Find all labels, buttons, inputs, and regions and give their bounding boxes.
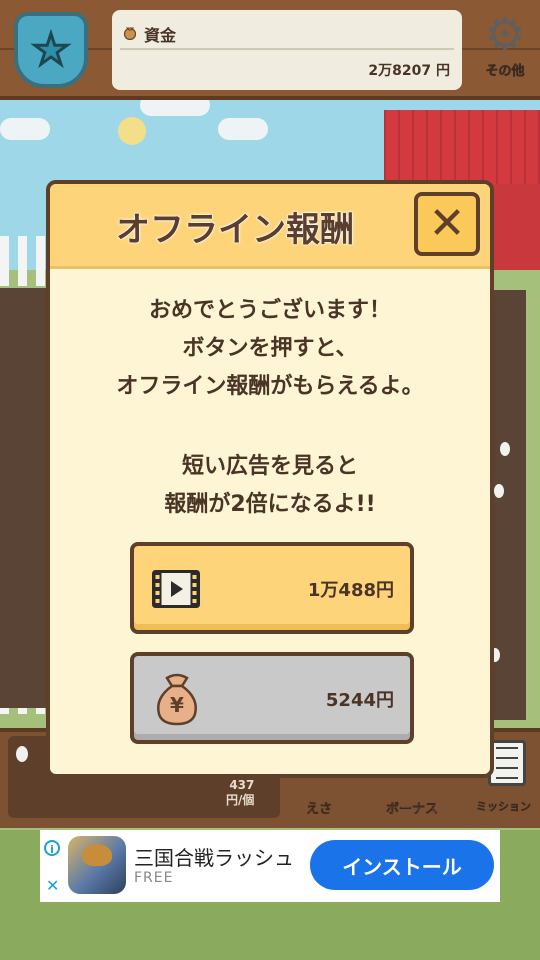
dialog-header: オフライン報酬 ✕ — [50, 184, 490, 269]
star-icon: ★ — [31, 25, 72, 74]
ad-banner[interactable]: i ✕ 三国合戦ラッシュ FREE インストール — [40, 830, 500, 902]
normal-reward-amount: 5244円 — [325, 690, 394, 711]
feed-button[interactable]: えさ — [306, 798, 333, 818]
dialog-title: オフライン報酬 — [116, 210, 355, 251]
install-button[interactable]: インストール — [310, 840, 494, 890]
cloud — [218, 118, 268, 140]
mission-button[interactable]: ミッション — [476, 798, 532, 814]
video-reward-amount: 1万488円 — [307, 580, 394, 601]
barn-roof — [384, 110, 540, 184]
watch-ad-reward-button[interactable]: 1万488円 — [130, 542, 414, 634]
ad-hint-line: 報酬が2倍になるよ!! — [164, 492, 376, 517]
message-line: オフライン報酬がもらえるよ。 — [116, 374, 424, 399]
normal-reward-button[interactable]: ¥ 5244円 — [130, 652, 414, 744]
egg-icon — [16, 746, 28, 762]
money-value: 2万8207 円 — [368, 63, 450, 79]
close-icon: ✕ — [428, 198, 466, 249]
egg-price-unit: 円/個 — [226, 793, 255, 807]
gear-icon: ⚙ — [484, 7, 526, 61]
settings-button[interactable]: ⚙ その他 — [476, 8, 534, 92]
ad-hint-line: 短い広告を見ると — [181, 454, 358, 479]
egg[interactable] — [494, 484, 504, 498]
ad-app-icon[interactable] — [68, 836, 126, 894]
message-line: おめでとうございます！ — [148, 298, 391, 323]
egg-price: 437 円/個 — [226, 778, 254, 808]
sun — [118, 117, 146, 145]
fence — [0, 236, 50, 286]
svg-text:¥: ¥ — [170, 693, 184, 717]
money-panel: 資金 2万8207 円 — [112, 10, 462, 90]
top-bar: ★ 資金 2万8207 円 ⚙ その他 — [0, 0, 540, 100]
divider — [120, 48, 454, 50]
money-bag-icon — [122, 24, 138, 41]
rank-badge[interactable]: ★ — [14, 12, 88, 88]
ad-app-name: 三国合戦ラッシュ — [134, 846, 294, 870]
message-line: ボタンを押すと、 — [182, 336, 358, 361]
close-icon[interactable]: ✕ — [46, 876, 59, 895]
ad-app-price: FREE — [134, 870, 174, 886]
egg[interactable] — [500, 442, 510, 456]
offline-reward-dialog: オフライン報酬 ✕ おめでとうございます！ ボタンを押すと、 オフライン報酬がも… — [46, 180, 494, 778]
video-film-icon — [152, 570, 200, 612]
egg-price-value: 437 — [229, 778, 255, 792]
close-button[interactable]: ✕ — [414, 192, 480, 256]
settings-label: その他 — [485, 64, 525, 80]
yen-bag-icon: ¥ — [152, 672, 202, 730]
info-icon[interactable]: i — [44, 840, 60, 856]
cloud — [0, 118, 50, 140]
bonus-button[interactable]: ボーナス — [386, 798, 439, 818]
money-label: 資金 — [144, 26, 177, 45]
